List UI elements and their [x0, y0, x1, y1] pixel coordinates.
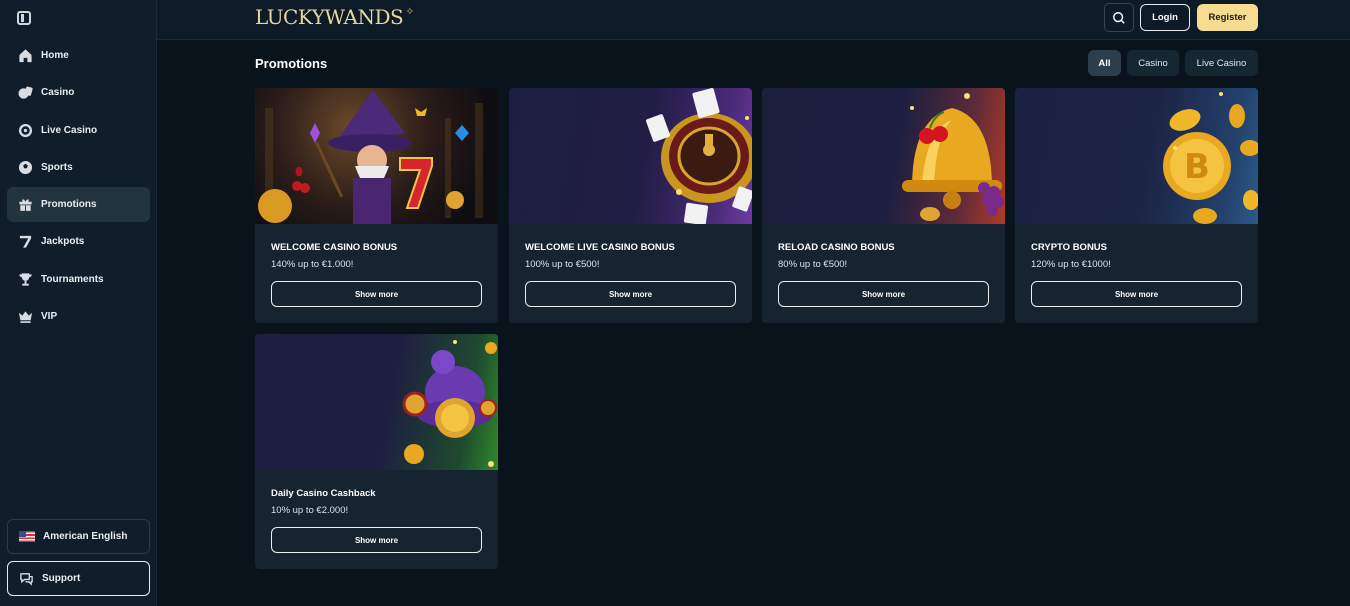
- sidebar-item-label: Casino: [41, 87, 75, 99]
- support-button[interactable]: Support: [7, 561, 150, 596]
- promo-card-welcome-casino: WELCOME CASINO BONUS 140% up to €1.000! …: [255, 88, 498, 323]
- promo-subtitle: 120% up to €1000!: [1031, 259, 1111, 270]
- sidebar-item-label: Live Casino: [41, 124, 98, 136]
- us-flag-icon: [19, 531, 35, 542]
- show-more-button[interactable]: Show more: [271, 527, 482, 553]
- roulette-image: [509, 88, 752, 224]
- sidebar-item-label: VIP: [41, 311, 58, 323]
- roulette-icon: [18, 123, 33, 138]
- trophy-icon: [18, 272, 33, 287]
- language-selector[interactable]: American English: [7, 519, 150, 554]
- gift-icon: [18, 197, 33, 212]
- promo-subtitle: 100% up to €500!: [525, 259, 600, 270]
- promo-card-crypto: B CRYPTO BONUS 120% up to €1000! Show mo…: [1015, 88, 1258, 323]
- wizard-slot-image: [255, 88, 498, 224]
- promo-title: WELCOME CASINO BONUS: [271, 242, 398, 253]
- brand-logo[interactable]: LUCKYWANDS ✧: [255, 5, 414, 29]
- sidebar-item-label: Sports: [41, 161, 73, 173]
- sidebar-item-label: Jackpots: [41, 236, 85, 248]
- promo-subtitle: 10% up to €2.000!: [271, 505, 349, 516]
- support-label: Support: [42, 573, 81, 584]
- filter-all[interactable]: All: [1088, 50, 1121, 76]
- sidebar-item-label: Promotions: [41, 199, 97, 211]
- sidebar-item-home[interactable]: Home: [7, 38, 150, 73]
- soccer-ball-icon: [18, 160, 33, 175]
- filter-casino[interactable]: Casino: [1127, 50, 1179, 76]
- sidebar-item-casino[interactable]: Casino: [7, 75, 150, 110]
- sidebar-item-jackpots[interactable]: Jackpots: [7, 224, 150, 259]
- register-button[interactable]: Register: [1197, 4, 1258, 31]
- sidebar-item-sports[interactable]: Sports: [7, 150, 150, 185]
- show-more-button[interactable]: Show more: [1031, 281, 1242, 307]
- promo-card-reload-casino: RELOAD CASINO BONUS 80% up to €500! Show…: [762, 88, 1005, 323]
- sidebar-item-vip[interactable]: VIP: [7, 299, 150, 334]
- search-icon: [1113, 11, 1125, 24]
- crypto-coins-image: B: [1015, 88, 1258, 224]
- home-icon: [18, 48, 33, 63]
- promo-subtitle: 80% up to €500!: [778, 259, 848, 270]
- show-more-button[interactable]: Show more: [525, 281, 736, 307]
- sidebar-nav: Home Casino Live Casino Sports Promotion…: [7, 38, 150, 336]
- show-more-button[interactable]: Show more: [778, 281, 989, 307]
- language-label: American English: [43, 531, 128, 542]
- sidebar-item-label: Home: [41, 50, 69, 61]
- sidebar-item-label: Tournaments: [41, 273, 104, 285]
- sidebar-item-promotions[interactable]: Promotions: [7, 187, 150, 223]
- promo-title: WELCOME LIVE CASINO BONUS: [525, 242, 675, 253]
- sparkle-icon: ✧: [405, 5, 414, 18]
- chat-icon: [19, 571, 34, 586]
- page-title: Promotions: [255, 56, 328, 71]
- brand-logo-text: LUCKYWANDS: [255, 5, 404, 29]
- sidebar-item-live-casino[interactable]: Live Casino: [7, 113, 150, 148]
- seven-icon: [18, 234, 33, 249]
- promo-title: CRYPTO BONUS: [1031, 242, 1108, 253]
- crown-icon: [18, 309, 33, 324]
- promo-title: RELOAD CASINO BONUS: [778, 242, 895, 253]
- genie-coins-image: [255, 334, 498, 470]
- search-button[interactable]: [1104, 3, 1134, 32]
- filter-live-casino[interactable]: Live Casino: [1185, 50, 1258, 76]
- golden-bell-image: [762, 88, 1005, 224]
- svg-text:B: B: [1184, 147, 1210, 187]
- casino-chip-icon: [18, 85, 33, 100]
- sidebar-collapse-icon[interactable]: [17, 11, 31, 25]
- promo-card-welcome-live-casino: WELCOME LIVE CASINO BONUS 100% up to €50…: [509, 88, 752, 323]
- promo-card-daily-cashback: Daily Casino Cashback 10% up to €2.000! …: [255, 334, 498, 569]
- sidebar: Home Casino Live Casino Sports Promotion…: [0, 0, 157, 606]
- promo-subtitle: 140% up to €1.000!: [271, 259, 354, 270]
- top-header: LUCKYWANDS ✧ Login Register: [157, 0, 1350, 40]
- sidebar-item-tournaments[interactable]: Tournaments: [7, 262, 150, 297]
- promo-title: Daily Casino Cashback: [271, 488, 376, 499]
- login-button[interactable]: Login: [1140, 4, 1190, 31]
- show-more-button[interactable]: Show more: [271, 281, 482, 307]
